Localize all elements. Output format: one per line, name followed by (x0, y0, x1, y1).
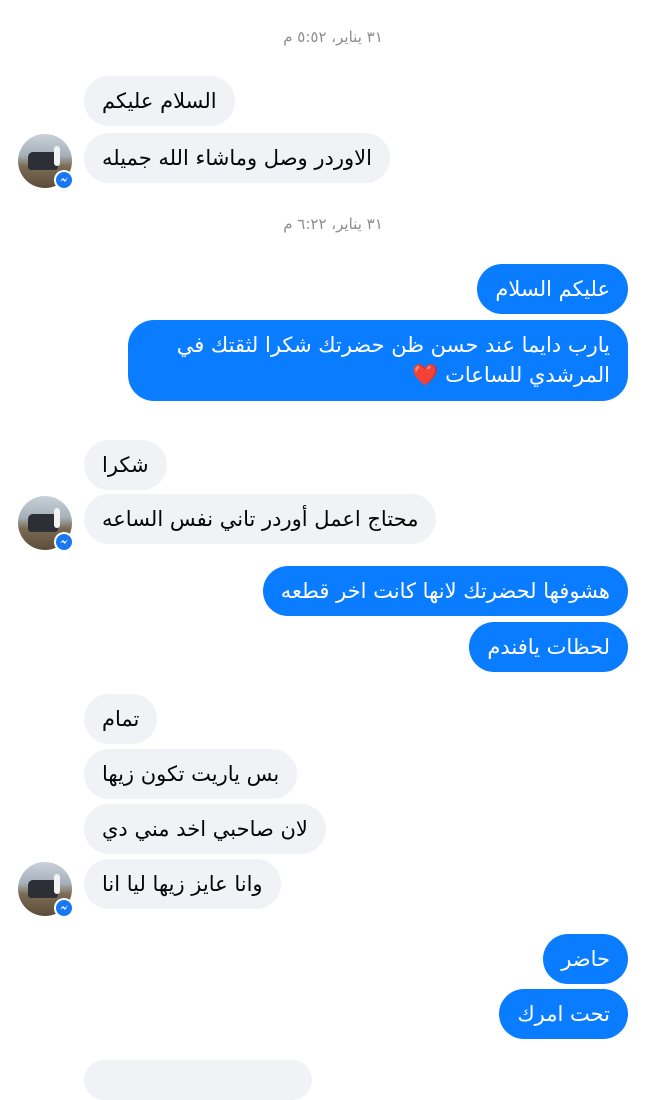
incoming-message[interactable]: وانا عايز زيها ليا انا (84, 859, 281, 910)
avatar[interactable] (18, 862, 74, 918)
outgoing-message[interactable]: لحظات يافندم (469, 622, 628, 673)
messenger-badge (54, 898, 74, 918)
outgoing-message[interactable]: حاضر (543, 934, 628, 985)
incoming-message[interactable]: محتاج اعمل أوردر تاني نفس الساعه (84, 494, 437, 545)
avatar[interactable] (18, 134, 74, 190)
outgoing-message[interactable]: عليكم السلام (477, 264, 628, 315)
outgoing-message[interactable]: تحت امرك (499, 989, 628, 1040)
avatar-person (54, 508, 60, 528)
messenger-icon (56, 172, 72, 188)
outgoing-message[interactable]: يارب دايما عند حسن ظن حضرتك شكرا لثقتك ف… (128, 320, 628, 401)
incoming-message[interactable]: الاوردر وصل وماشاء الله جميله (84, 133, 390, 184)
avatar[interactable] (18, 496, 74, 552)
messenger-badge (54, 532, 74, 552)
partial-incoming-message[interactable] (84, 1060, 312, 1100)
incoming-message[interactable]: بس ياريت تكون زيها (84, 749, 298, 800)
incoming-message[interactable]: تمام (84, 694, 158, 745)
messenger-icon (56, 534, 72, 550)
messenger-badge (54, 170, 74, 190)
outgoing-message[interactable]: هشوفها لحضرتك لانها كانت اخر قطعه (262, 566, 628, 617)
incoming-message[interactable]: لان صاحبي اخد مني دي (84, 804, 326, 855)
chat-thread: ٣١ يناير، ٥:٥٢ م السلام عليكم الاوردر وص… (0, 0, 666, 1100)
incoming-message[interactable]: شكرا (84, 440, 167, 491)
messenger-icon (56, 900, 72, 916)
timestamp: ٣١ يناير، ٥:٥٢ م (283, 28, 383, 46)
avatar-person (54, 146, 60, 166)
incoming-message[interactable]: السلام عليكم (84, 76, 235, 127)
avatar-person (54, 874, 60, 894)
timestamp: ٣١ يناير، ٦:٢٢ م (283, 215, 383, 233)
